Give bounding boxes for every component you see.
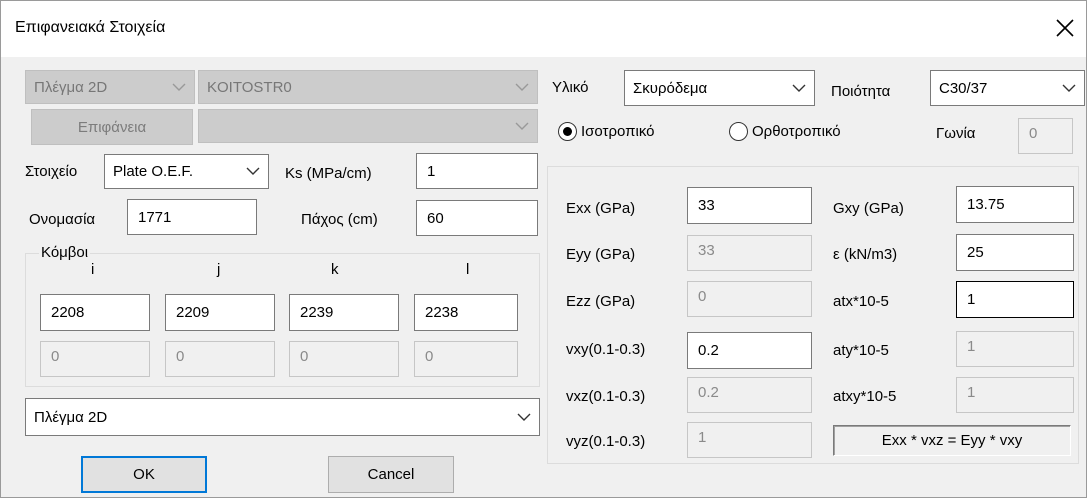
thickness-input[interactable]: 60 xyxy=(416,200,538,236)
chevron-down-icon xyxy=(1062,84,1076,92)
title-bar: Επιφανειακά Στοιχεία xyxy=(1,1,1086,57)
vxy-input[interactable]: 0.2 xyxy=(687,332,812,369)
radio-unselected-icon xyxy=(729,122,748,141)
eyy-input: 33 xyxy=(687,235,812,271)
atxy-input: 1 xyxy=(956,377,1074,413)
vyz-input: 1 xyxy=(687,422,812,458)
node-header-l: l xyxy=(466,261,470,278)
name-label: Ονομασία xyxy=(29,211,96,228)
surface-combo xyxy=(198,109,538,143)
material-value: Σκυρόδεμα xyxy=(633,79,708,97)
orthotropic-radio[interactable]: Ορθοτροπικό xyxy=(729,122,841,141)
material-combo[interactable]: Σκυρόδεμα xyxy=(624,70,815,106)
window-title: Επιφανειακά Στοιχεία xyxy=(15,19,166,36)
chevron-down-icon xyxy=(792,84,806,92)
mesh-type-value: Πλέγμα 2D xyxy=(34,78,108,96)
node-i-secondary: 0 xyxy=(40,341,150,377)
vxy-label: vxy(0.1-0.3) xyxy=(566,341,646,358)
node-k-secondary: 0 xyxy=(289,341,399,377)
radio-selected-icon xyxy=(558,122,577,141)
angle-input: 0 xyxy=(1018,118,1073,154)
vxz-label: vxz(0.1-0.3) xyxy=(566,388,646,405)
node-j-secondary: 0 xyxy=(165,341,275,377)
ezz-label: Ezz (GPa) xyxy=(566,293,636,310)
close-icon[interactable] xyxy=(1052,15,1078,41)
dialog-window: Επιφανειακά Στοιχεία Πλέγμα 2D KOITOSTR0… xyxy=(0,0,1087,498)
material-label: Υλικό xyxy=(552,79,589,96)
ok-button[interactable]: OK xyxy=(81,456,207,493)
quality-combo[interactable]: C30/37 xyxy=(930,70,1085,106)
ks-label: Ks (MPa/cm) xyxy=(285,165,372,182)
element-type-combo[interactable]: Plate O.E.F. xyxy=(104,154,269,189)
cancel-button[interactable]: Cancel xyxy=(328,456,454,493)
structure-name-combo: KOITOSTR0 xyxy=(198,70,538,104)
node-k-input[interactable]: 2239 xyxy=(289,294,399,331)
gxy-input[interactable]: 13.75 xyxy=(956,186,1074,223)
epsilon-input[interactable]: 25 xyxy=(956,234,1074,271)
ks-input[interactable]: 1 xyxy=(416,153,538,189)
chevron-down-icon xyxy=(517,413,531,421)
isotropic-radio[interactable]: Ισοτροπικό xyxy=(558,122,654,141)
quality-label: Ποιότητα xyxy=(831,83,891,100)
node-header-i: i xyxy=(91,261,95,278)
atxy-label: atxy*10-5 xyxy=(833,388,897,405)
exx-label: Exx (GPa) xyxy=(566,200,636,217)
node-header-j: j xyxy=(217,261,221,278)
exx-input[interactable]: 33 xyxy=(687,187,812,224)
mesh-type-combo: Πλέγμα 2D xyxy=(25,70,195,104)
element-type-value: Plate O.E.F. xyxy=(113,163,194,180)
chevron-down-icon xyxy=(246,167,260,175)
node-j-input[interactable]: 2209 xyxy=(165,294,275,331)
aty-label: aty*10-5 xyxy=(833,342,889,359)
mesh-select-value: Πλέγμα 2D xyxy=(34,408,108,426)
atx-input[interactable]: 1 xyxy=(956,281,1074,318)
quality-value: C30/37 xyxy=(939,79,988,97)
nodes-group-title: Κόμβοι xyxy=(39,244,91,261)
surface-button: Επιφάνεια xyxy=(31,109,193,145)
vyz-label: vyz(0.1-0.3) xyxy=(566,433,646,450)
node-header-k: k xyxy=(331,261,339,278)
chevron-down-icon xyxy=(172,83,186,91)
epsilon-label: ε (kN/m3) xyxy=(833,246,898,263)
orthotropic-label: Ορθοτροπικό xyxy=(752,123,841,140)
thickness-label: Πάχος (cm) xyxy=(301,211,378,228)
isotropic-label: Ισοτροπικό xyxy=(581,123,655,140)
structure-name-value: KOITOSTR0 xyxy=(207,78,292,96)
node-i-input[interactable]: 2208 xyxy=(40,294,150,331)
node-l-input[interactable]: 2238 xyxy=(414,294,518,331)
name-input[interactable]: 1771 xyxy=(127,199,257,235)
eyy-label: Eyy (GPa) xyxy=(566,246,636,263)
angle-label: Γωνία xyxy=(936,125,976,142)
vxz-input: 0.2 xyxy=(687,377,812,413)
mesh-select-combo[interactable]: Πλέγμα 2D xyxy=(25,398,540,436)
chevron-down-icon xyxy=(515,122,529,130)
atx-label: atx*10-5 xyxy=(833,293,889,310)
element-label: Στοιχείο xyxy=(25,163,78,180)
formula-label: Exx * vxz = Eyy * vxy xyxy=(833,425,1071,456)
aty-input: 1 xyxy=(956,331,1074,367)
ezz-input: 0 xyxy=(687,281,812,317)
gxy-label: Gxy (GPa) xyxy=(833,200,904,217)
chevron-down-icon xyxy=(515,83,529,91)
node-l-secondary: 0 xyxy=(414,341,518,377)
